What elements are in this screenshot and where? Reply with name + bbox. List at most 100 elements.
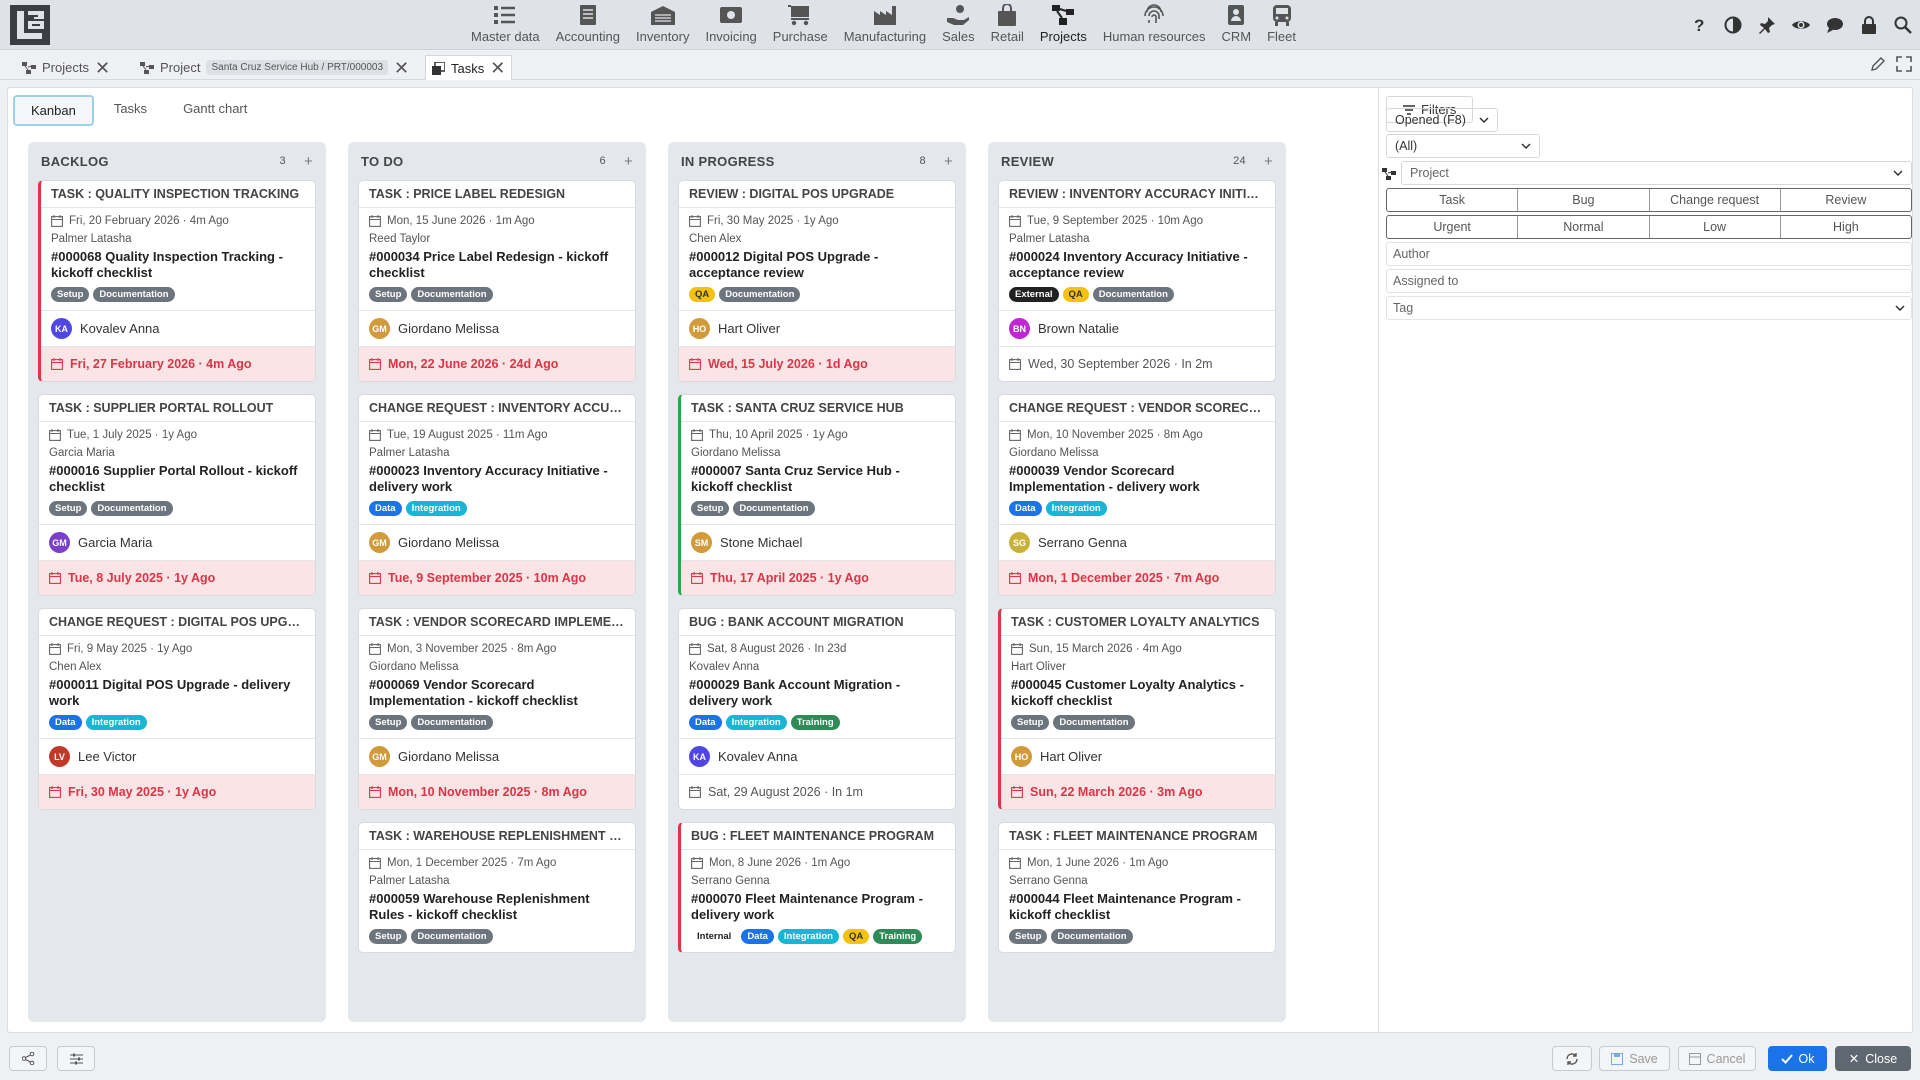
module-projects[interactable]: Projects: [1032, 2, 1095, 44]
chat-icon[interactable]: [1824, 14, 1846, 36]
tab-projects[interactable]: Projects ✕: [16, 55, 116, 80]
task-card[interactable]: BUG : FLEET MAINTENANCE PROGRAM Mon, 8 Ju…: [678, 822, 956, 953]
module-inventory[interactable]: Inventory: [628, 2, 697, 44]
module-accounting[interactable]: Accounting: [548, 2, 628, 44]
type-change-request-toggle[interactable]: Change request: [1650, 189, 1781, 211]
help-icon[interactable]: ?: [1688, 14, 1710, 36]
card-description: #000045 Customer Loyalty Analytics - kic…: [1011, 677, 1244, 708]
close-button[interactable]: ✕ Close: [1835, 1046, 1911, 1071]
settings-sliders-button[interactable]: [57, 1046, 95, 1071]
module-human-resources[interactable]: Human resources: [1095, 2, 1214, 44]
search-icon[interactable]: [1892, 14, 1914, 36]
project-tree-icon: [140, 61, 154, 74]
close-icon[interactable]: ✕: [394, 59, 409, 77]
priority-low-toggle[interactable]: Low: [1650, 216, 1781, 238]
opened-filter-select[interactable]: Opened (F8): [1386, 108, 1498, 132]
lock-icon[interactable]: [1858, 14, 1880, 36]
edit-pencil-icon[interactable]: [1870, 56, 1886, 72]
task-card[interactable]: TASK : QUALITY INSPECTION TRACKING Fri, 2…: [38, 180, 316, 382]
cancel-button[interactable]: Cancel: [1678, 1046, 1756, 1071]
author-filter-input[interactable]: Author: [1386, 242, 1912, 266]
project-tree-icon: [22, 61, 36, 74]
tab-project[interactable]: Project Santa Cruz Service Hub / PRT/000…: [134, 55, 415, 80]
card-tags: Setup Documentation: [369, 715, 625, 730]
save-button[interactable]: Save: [1599, 1046, 1670, 1071]
module-fleet[interactable]: Fleet: [1259, 2, 1304, 44]
module-crm[interactable]: CRM: [1213, 2, 1259, 44]
module-sales[interactable]: Sales: [934, 2, 983, 44]
assigned-to-filter-input[interactable]: Assigned to: [1386, 269, 1912, 293]
refresh-button[interactable]: [1552, 1046, 1592, 1071]
module-purchase[interactable]: Purchase: [765, 2, 836, 44]
module-manufacturing[interactable]: Manufacturing: [836, 2, 934, 44]
avatar: LV: [49, 746, 70, 767]
module-retail[interactable]: Retail: [983, 2, 1032, 44]
task-card[interactable]: TASK : FLEET MAINTENANCE PROGRAM Mon, 1 J…: [998, 822, 1276, 953]
card-date: Tue, 1 July 2025 · 1y Ago: [67, 429, 197, 441]
tag-badge: Documentation: [1092, 287, 1174, 302]
tag-badge: Integration: [405, 501, 467, 516]
close-icon[interactable]: ✕: [490, 59, 505, 77]
tab-tasks-list[interactable]: Tasks: [98, 95, 163, 126]
add-card-button[interactable]: +: [1264, 153, 1273, 170]
ok-button[interactable]: Ok: [1768, 1046, 1827, 1071]
card-due-date-row: Mon, 22 June 2026 · 24d Ago: [359, 346, 635, 381]
task-card[interactable]: CHANGE REQUEST : DIGITAL POS UPGRADE Fri,…: [38, 608, 316, 810]
tab-kanban[interactable]: Kanban: [13, 95, 94, 126]
pin-icon[interactable]: [1756, 14, 1778, 36]
card-description: #000012 Digital POS Upgrade - acceptance…: [689, 249, 879, 280]
ok-label: Ok: [1798, 1051, 1815, 1066]
module-invoicing[interactable]: Invoicing: [697, 2, 764, 44]
task-card[interactable]: CHANGE REQUEST : VENDOR SCORECARD I... Mo…: [998, 394, 1276, 596]
tag-badge: Integration: [777, 929, 839, 944]
project-tree-icon: [1052, 2, 1075, 28]
type-task-toggle[interactable]: Task: [1387, 189, 1519, 211]
avatar: GM: [369, 318, 390, 339]
close-icon[interactable]: ✕: [95, 59, 110, 77]
project-id-pill: Santa Cruz Service Hub / PRT/000003: [206, 60, 389, 75]
card-assignee: Kovalev Anna: [80, 321, 160, 336]
task-card[interactable]: TASK : SANTA CRUZ SERVICE HUB Thu, 10 Apr…: [678, 394, 956, 596]
tag-filter-select[interactable]: Tag: [1386, 296, 1912, 320]
add-card-button[interactable]: +: [944, 153, 953, 170]
share-button[interactable]: [9, 1046, 47, 1071]
card-due-date: Wed, 15 July 2026 · 1d Ago: [708, 357, 868, 371]
tab-gantt-chart[interactable]: Gantt chart: [167, 95, 263, 126]
app-logo-icon[interactable]: [8, 3, 52, 47]
column-count: 3: [279, 155, 286, 167]
all-filter-select[interactable]: (All): [1386, 134, 1540, 158]
task-card[interactable]: REVIEW : INVENTORY ACCURACY INITIATIVE Tu…: [998, 180, 1276, 382]
contrast-icon[interactable]: [1722, 14, 1744, 36]
calendar-icon: [369, 643, 381, 655]
type-bug-toggle[interactable]: Bug: [1518, 189, 1650, 211]
card-assignee-row: SG Serrano Genna: [999, 524, 1275, 560]
task-card[interactable]: REVIEW : DIGITAL POS UPGRADE Fri, 30 May …: [678, 180, 956, 382]
task-card[interactable]: TASK : VENDOR SCORECARD IMPLEMENTA... Mon…: [358, 608, 636, 810]
tab-tasks[interactable]: Tasks ✕: [425, 55, 513, 80]
avatar: HO: [689, 318, 710, 339]
priority-normal-toggle[interactable]: Normal: [1518, 216, 1650, 238]
card-description: #000039 Vendor Scorecard Implementation …: [1009, 463, 1200, 494]
add-card-button[interactable]: +: [624, 153, 633, 170]
card-assignee-row: SM Stone Michael: [681, 524, 955, 560]
tag-badge: Documentation: [733, 501, 815, 516]
fullscreen-icon[interactable]: [1896, 56, 1912, 72]
card-date-row: Mon, 3 November 2025 · 8m Ago: [369, 643, 625, 655]
task-card[interactable]: TASK : CUSTOMER LOYALTY ANALYTICS Sun, 15…: [998, 608, 1276, 810]
calendar-icon: [689, 786, 701, 798]
eye-icon[interactable]: [1790, 14, 1812, 36]
task-card[interactable]: CHANGE REQUEST : INVENTORY ACCURACY... Tu…: [358, 394, 636, 596]
priority-high-toggle[interactable]: High: [1781, 216, 1911, 238]
task-card[interactable]: TASK : SUPPLIER PORTAL ROLLOUT Tue, 1 Jul…: [38, 394, 316, 596]
task-card[interactable]: BUG : BANK ACCOUNT MIGRATION Sat, 8 Augus…: [678, 608, 956, 810]
module-master-data[interactable]: Master data: [463, 2, 548, 44]
type-review-toggle[interactable]: Review: [1781, 189, 1911, 211]
task-card[interactable]: TASK : PRICE LABEL REDESIGN Mon, 15 June …: [358, 180, 636, 382]
task-card[interactable]: TASK : WAREHOUSE REPLENISHMENT RULES Mon,…: [358, 822, 636, 953]
add-card-button[interactable]: +: [304, 153, 313, 170]
priority-urgent-toggle[interactable]: Urgent: [1387, 216, 1519, 238]
card-date: Thu, 10 April 2025 · 1y Ago: [709, 429, 848, 441]
card-title: REVIEW : DIGITAL POS UPGRADE: [679, 181, 955, 208]
priority-filter-toggle: Urgent Normal Low High: [1386, 215, 1912, 239]
project-filter-select[interactable]: Project: [1401, 161, 1912, 185]
